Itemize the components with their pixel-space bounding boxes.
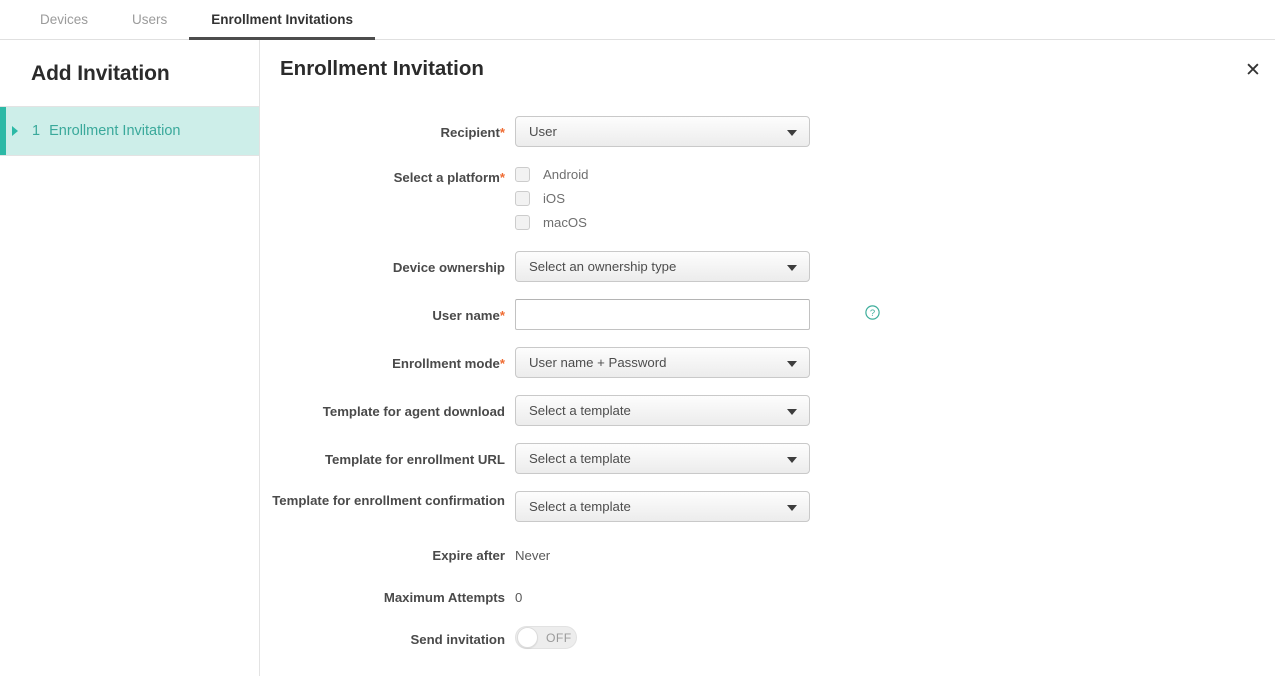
maximum-attempts-value: 0 [515,581,522,607]
checkbox-label-android: Android [543,167,588,182]
form-row-send-invitation: Send invitation OFF [261,623,1275,649]
checkbox-row-ios[interactable]: iOS [515,186,588,210]
sidebar: Add Invitation 1 Enrollment Invitation [0,40,260,676]
svg-text:?: ? [870,308,875,319]
chevron-down-icon [787,505,797,511]
user-name-input[interactable] [515,299,810,330]
form-row-platform: Select a platform* Android iOS macOS [261,161,1275,234]
template-enrollment-confirmation-selected-value: Select a template [529,499,631,514]
enrollment-mode-label: Enrollment mode* [261,347,515,373]
required-asterisk: * [500,170,505,185]
required-asterisk: * [500,308,505,323]
tab-users[interactable]: Users [110,13,189,41]
page-title: Enrollment Invitation [280,57,484,81]
checkbox-android[interactable] [515,167,530,182]
send-invitation-label: Send invitation [261,623,515,649]
chevron-down-icon [787,265,797,271]
enrollment-invitation-form: Recipient* User Select a platform* Andro… [261,116,1275,663]
sidebar-step-divider [0,155,259,156]
form-row-expire-after: Expire after Never [261,539,1275,565]
top-tab-bar: Devices Users Enrollment Invitations [0,0,1275,40]
form-row-template-enrollment-url: Template for enrollment URL Select a tem… [261,443,1275,474]
platform-checkbox-group: Android iOS macOS [515,161,588,234]
template-agent-download-label: Template for agent download [261,395,515,421]
template-enrollment-confirmation-label: Template for enrollment confirmation [261,491,515,510]
device-ownership-select[interactable]: Select an ownership type [515,251,810,282]
device-ownership-selected-value: Select an ownership type [529,259,676,274]
chevron-down-icon [787,409,797,415]
enrollment-mode-selected-value: User name + Password [529,355,666,370]
template-enrollment-url-selected-value: Select a template [529,451,631,466]
sidebar-step-enrollment-invitation[interactable]: 1 Enrollment Invitation [0,107,259,155]
tab-devices[interactable]: Devices [18,13,110,41]
maximum-attempts-label: Maximum Attempts [261,581,515,607]
checkbox-ios[interactable] [515,191,530,206]
form-row-template-agent-download: Template for agent download Select a tem… [261,395,1275,426]
checkbox-macos[interactable] [515,215,530,230]
recipient-label: Recipient* [261,116,515,142]
template-agent-download-select[interactable]: Select a template [515,395,810,426]
form-row-maximum-attempts: Maximum Attempts 0 [261,581,1275,607]
checkbox-label-ios: iOS [543,191,565,206]
expire-after-label: Expire after [261,539,515,565]
checkbox-row-macos[interactable]: macOS [515,210,588,234]
chevron-down-icon [787,457,797,463]
recipient-selected-value: User [529,124,557,139]
device-ownership-label: Device ownership [261,251,515,277]
recipient-select[interactable]: User [515,116,810,147]
chevron-down-icon [787,361,797,367]
chevron-down-icon [787,130,797,136]
main-panel: Enrollment Invitation ✕ Recipient* User … [261,40,1275,676]
tab-enrollment-invitations[interactable]: Enrollment Invitations [189,13,375,41]
sidebar-step-number: 1 [32,123,40,139]
template-enrollment-url-label: Template for enrollment URL [261,443,515,469]
form-row-template-enrollment-confirmation: Template for enrollment confirmation Sel… [261,491,1275,522]
platform-label: Select a platform* [261,161,515,187]
form-row-user-name: User name* ? [261,299,1275,330]
form-row-enrollment-mode: Enrollment mode* User name + Password [261,347,1275,378]
sidebar-step-label: Enrollment Invitation [49,123,180,139]
template-enrollment-url-select[interactable]: Select a template [515,443,810,474]
close-icon[interactable]: ✕ [1239,56,1267,84]
send-invitation-toggle[interactable]: OFF [515,626,577,649]
checkbox-label-macos: macOS [543,215,587,230]
required-asterisk: * [500,356,505,371]
enrollment-mode-select[interactable]: User name + Password [515,347,810,378]
form-row-recipient: Recipient* User [261,116,1275,147]
user-name-label: User name* [261,299,515,325]
sidebar-title: Add Invitation [0,40,259,106]
checkbox-row-android[interactable]: Android [515,162,588,186]
toggle-knob [517,627,538,648]
template-agent-download-selected-value: Select a template [529,403,631,418]
form-row-device-ownership: Device ownership Select an ownership typ… [261,251,1275,282]
template-enrollment-confirmation-select[interactable]: Select a template [515,491,810,522]
expire-after-value: Never [515,539,550,565]
help-circle-icon[interactable]: ? [865,305,880,325]
toggle-state-label: OFF [546,631,572,645]
required-asterisk: * [500,125,505,140]
